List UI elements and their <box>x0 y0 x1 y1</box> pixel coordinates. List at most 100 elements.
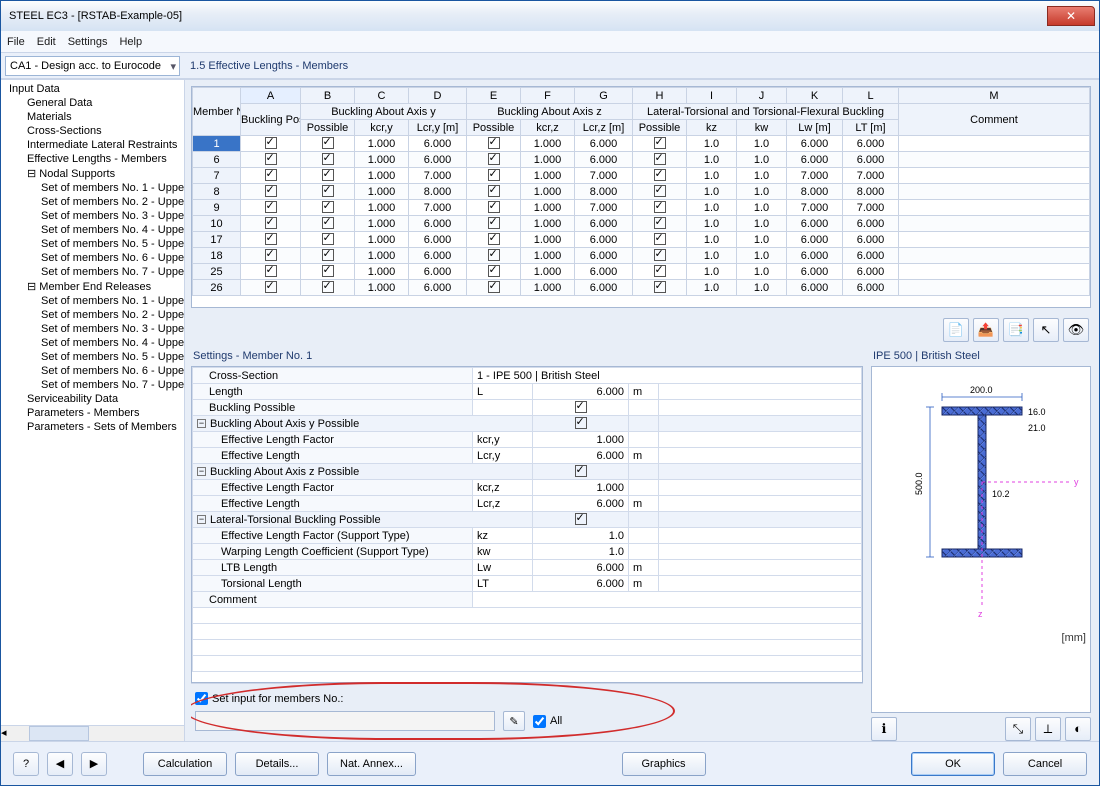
tree-item[interactable]: Set of members No. 5 - Upper chord <box>1 350 184 364</box>
svg-text:10.2: 10.2 <box>992 489 1010 499</box>
row-header[interactable]: 1 <box>193 136 241 152</box>
checkbox <box>322 201 334 213</box>
checkbox <box>265 233 277 245</box>
checkbox[interactable] <box>575 513 587 525</box>
close-button[interactable]: ✕ <box>1047 6 1095 26</box>
tree-item[interactable]: Set of members No. 5 - Upper chord <box>1 237 184 251</box>
col-comment[interactable]: Comment <box>899 104 1090 136</box>
tree-item[interactable]: Materials <box>1 110 184 124</box>
tree-item[interactable]: Set of members No. 2 - Upper chord <box>1 195 184 209</box>
checkbox <box>265 201 277 213</box>
filter-icon[interactable]: 📑 <box>1003 318 1029 342</box>
nav-tree[interactable]: Input Data General Data Materials Cross-… <box>1 80 185 741</box>
view-icon[interactable]: 👁 <box>1063 318 1089 342</box>
cancel-button[interactable]: Cancel <box>1003 752 1087 776</box>
tree-scroll[interactable]: Input Data General Data Materials Cross-… <box>1 80 184 725</box>
settings-grid[interactable]: Cross-Section1 - IPE 500 | British Steel… <box>191 366 863 683</box>
row-header[interactable]: 8 <box>193 184 241 200</box>
col-lt[interactable]: Lateral-Torsional and Torsional-Flexural… <box>633 104 899 120</box>
row-header[interactable]: 7 <box>193 168 241 184</box>
checkbox <box>654 217 666 229</box>
help-icon[interactable]: ? <box>13 752 39 776</box>
menu-help[interactable]: Help <box>119 36 142 48</box>
col-D[interactable]: D <box>409 88 467 104</box>
tree-item[interactable]: General Data <box>1 96 184 110</box>
tree-root[interactable]: Input Data <box>1 82 184 96</box>
tree-item[interactable]: Set of members No. 3 - Upper chord <box>1 209 184 223</box>
export-icon[interactable]: 📤 <box>973 318 999 342</box>
nat-annex-button[interactable]: Nat. Annex... <box>327 752 416 776</box>
checkbox <box>265 281 277 293</box>
tree-item[interactable]: Set of members No. 2 - Upper chord <box>1 308 184 322</box>
checkbox <box>265 169 277 181</box>
row-header[interactable]: 9 <box>193 200 241 216</box>
next-icon[interactable]: ▶ <box>81 752 107 776</box>
row-header[interactable]: 10 <box>193 216 241 232</box>
col-member-no[interactable]: Member No. <box>193 88 241 136</box>
pick-members-icon[interactable]: ✎ <box>503 711 525 731</box>
row-header[interactable]: 18 <box>193 248 241 264</box>
graphics-button[interactable]: Graphics <box>622 752 706 776</box>
checkbox[interactable] <box>575 465 587 477</box>
menu-edit[interactable]: Edit <box>37 36 56 48</box>
checkbox[interactable] <box>575 417 587 429</box>
import-icon[interactable]: 📄 <box>943 318 969 342</box>
prev-icon[interactable]: ◀ <box>47 752 73 776</box>
row-header[interactable]: 17 <box>193 232 241 248</box>
tree-item[interactable]: Set of members No. 1 - Upper chord <box>1 181 184 195</box>
tree-item[interactable]: Set of members No. 4 - Upper chord <box>1 336 184 350</box>
tree-item[interactable]: Intermediate Lateral Restraints <box>1 138 184 152</box>
row-header[interactable]: 25 <box>193 264 241 280</box>
info-icon[interactable]: ℹ <box>871 717 897 741</box>
tree-item[interactable]: Set of members No. 1 - Upper chord <box>1 294 184 308</box>
preview-unit: [mm] <box>872 630 1090 646</box>
tree-hscroll[interactable]: ◂ <box>1 725 184 741</box>
menu-file[interactable]: File <box>7 36 25 48</box>
tree-item[interactable]: Parameters - Members <box>1 406 184 420</box>
tree-item[interactable]: Effective Lengths - Members <box>1 152 184 166</box>
tree-item[interactable]: Serviceability Data <box>1 392 184 406</box>
tree-item[interactable]: Set of members No. 3 - Upper chord <box>1 322 184 336</box>
col-A[interactable]: A <box>241 88 301 104</box>
axis-icon[interactable]: ⤡ <box>1005 717 1031 741</box>
tree-item[interactable]: Cross-Sections <box>1 124 184 138</box>
set-input-all[interactable]: All <box>533 715 562 728</box>
ok-button[interactable]: OK <box>911 752 995 776</box>
col-by[interactable]: Buckling About Axis y <box>301 104 467 120</box>
calculation-button[interactable]: Calculation <box>143 752 227 776</box>
dim-icon[interactable]: ⟂ <box>1035 717 1061 741</box>
col-I[interactable]: I <box>687 88 737 104</box>
col-G[interactable]: G <box>575 88 633 104</box>
col-bz[interactable]: Buckling About Axis z <box>467 104 633 120</box>
col-H[interactable]: H <box>633 88 687 104</box>
set-input-field[interactable] <box>195 711 495 731</box>
col-B[interactable]: B <box>301 88 355 104</box>
col-M[interactable]: M <box>899 88 1090 104</box>
col-J[interactable]: J <box>737 88 787 104</box>
tree-item[interactable]: Set of members No. 6 - Upper chord <box>1 364 184 378</box>
col-K[interactable]: K <box>787 88 843 104</box>
tree-mer[interactable]: ⊟ Member End Releases <box>1 279 184 294</box>
tree-item[interactable]: Set of members No. 6 - Upper chord <box>1 251 184 265</box>
tree-item[interactable]: Set of members No. 7 - Upper chord <box>1 265 184 279</box>
render-icon[interactable]: ◐ <box>1065 717 1091 741</box>
row-header[interactable]: 26 <box>193 280 241 296</box>
set-input-check[interactable]: Set input for members No.: <box>195 692 859 705</box>
menu-settings[interactable]: Settings <box>68 36 108 48</box>
checkbox <box>654 153 666 165</box>
members-grid[interactable]: Member No. A B C D E F G H I J K <box>191 86 1091 308</box>
case-combo[interactable]: CA1 - Design acc. to Eurocode <box>5 56 180 76</box>
tree-item[interactable]: Set of members No. 7 - Upper chord <box>1 378 184 392</box>
tree-nodal[interactable]: ⊟ Nodal Supports <box>1 166 184 181</box>
pick-icon[interactable]: ↖ <box>1033 318 1059 342</box>
col-F[interactable]: F <box>521 88 575 104</box>
tree-item[interactable]: Set of members No. 4 - Upper chord <box>1 223 184 237</box>
details-button[interactable]: Details... <box>235 752 319 776</box>
tree-item[interactable]: Parameters - Sets of Members <box>1 420 184 434</box>
col-L[interactable]: L <box>843 88 899 104</box>
row-header[interactable]: 6 <box>193 152 241 168</box>
checkbox[interactable] <box>575 401 587 413</box>
col-C[interactable]: C <box>355 88 409 104</box>
col-E[interactable]: E <box>467 88 521 104</box>
col-buckling[interactable]: Buckling Possible <box>241 104 301 136</box>
